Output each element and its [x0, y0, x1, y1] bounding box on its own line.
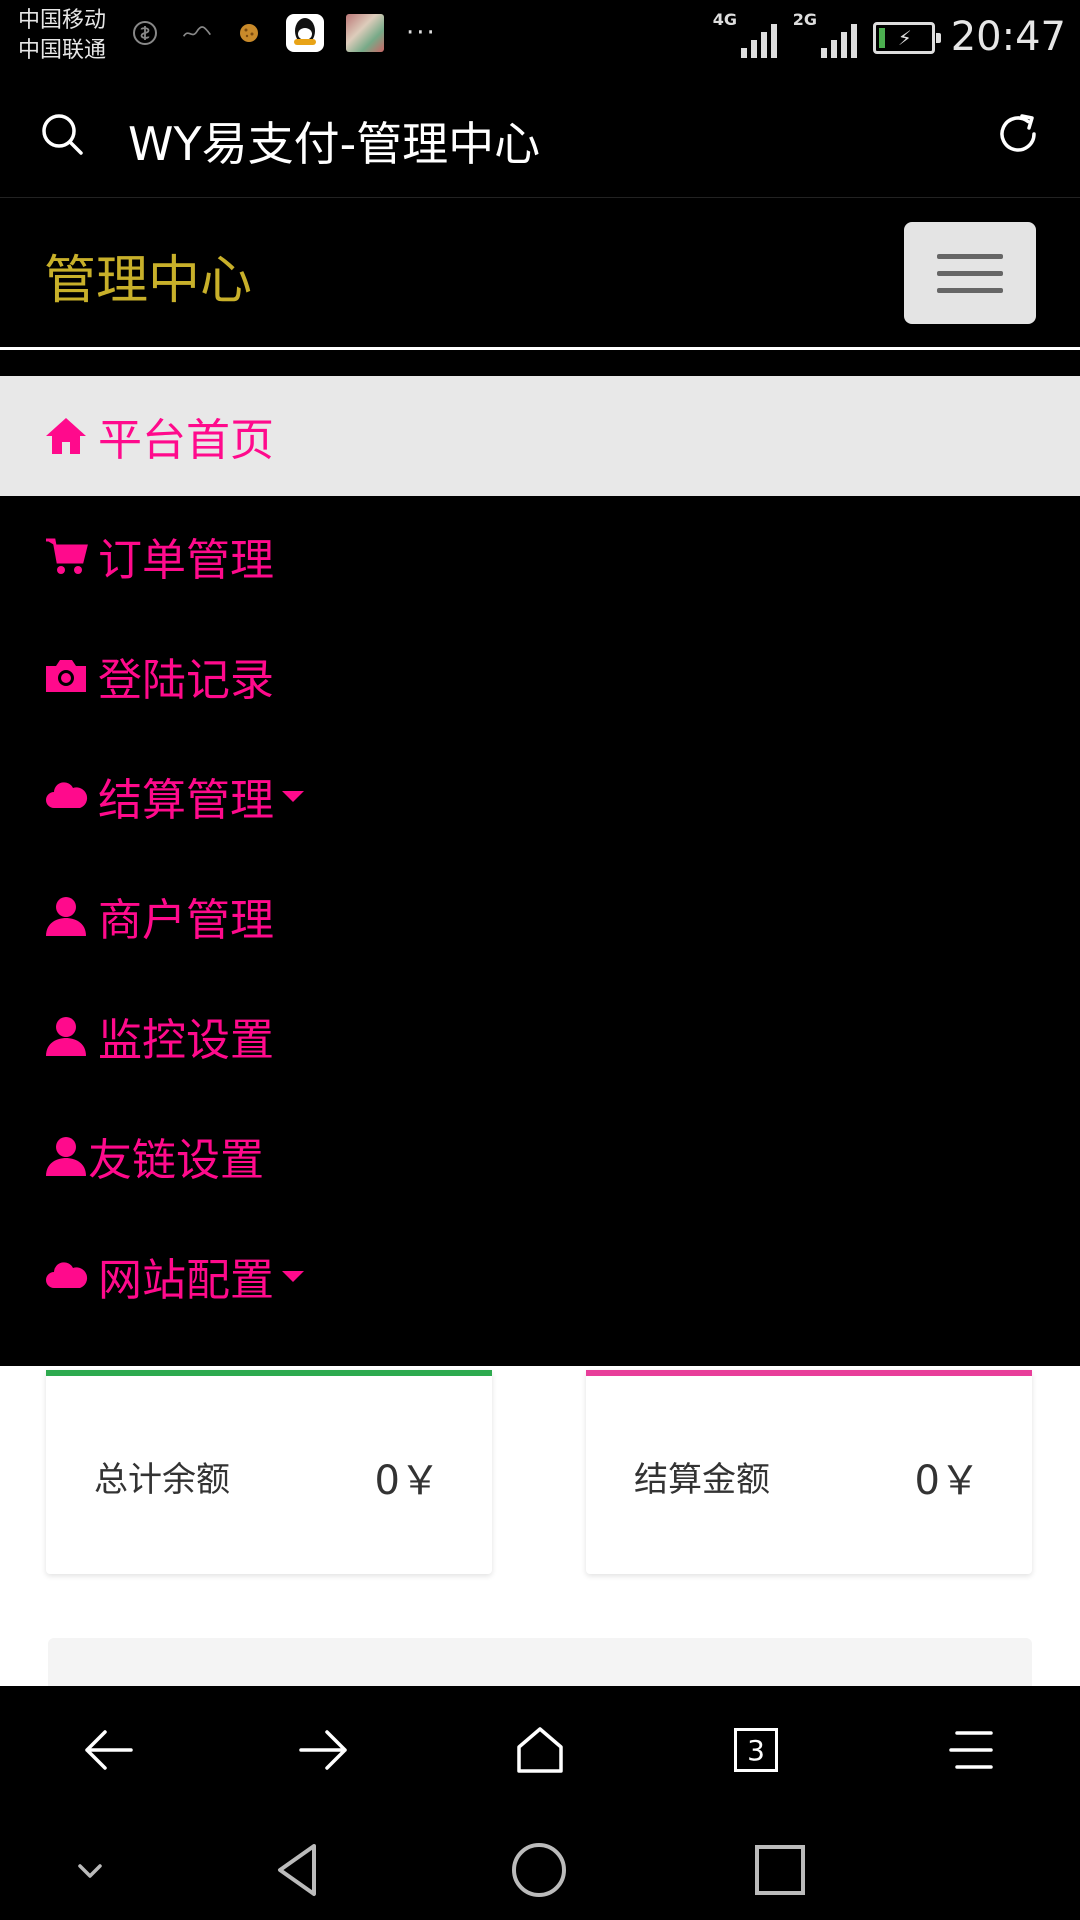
refresh-icon[interactable] — [994, 110, 1042, 158]
nav-item-label: 订单管理 — [98, 535, 274, 586]
squiggle-icon — [182, 18, 212, 48]
chevron-down-icon — [282, 1270, 304, 1282]
back-triangle-icon[interactable] — [270, 1840, 330, 1900]
total-balance-card: 总计余额 0￥ — [46, 1370, 492, 1574]
browser-toolbar: 3 — [0, 1686, 1080, 1814]
clock: 20:47 — [950, 14, 1066, 60]
chevron-down-icon[interactable] — [60, 1840, 120, 1900]
signal-4g-label: 4G — [712, 10, 737, 29]
page-title[interactable]: WY易支付-管理中心 — [128, 108, 540, 174]
nav-item-label: 商户管理 — [98, 895, 274, 946]
signal-bars-icon — [740, 24, 777, 58]
user-icon — [46, 1137, 86, 1176]
tabs-button[interactable]: 3 — [726, 1720, 786, 1780]
card-accent-line — [586, 1370, 1032, 1376]
nav-item-label: 结算管理 — [98, 775, 274, 826]
nav-item-orders[interactable]: 订单管理 — [0, 496, 1080, 616]
home-button[interactable] — [510, 1720, 570, 1780]
carrier-1: 中国移动 — [18, 8, 107, 33]
total-balance-label: 总计余额 — [94, 1460, 230, 1500]
user-icon — [46, 1017, 86, 1056]
cloud-icon — [46, 782, 88, 808]
signal-4g: 4G — [713, 10, 777, 58]
notification-icons: ··· — [130, 14, 437, 52]
carrier-2: 中国联通 — [18, 38, 107, 63]
nav-item-label: 网站配置 — [98, 1255, 274, 1306]
nav-item-login-records[interactable]: 登陆记录 — [0, 616, 1080, 736]
home-icon — [46, 418, 86, 454]
forward-button[interactable] — [294, 1720, 354, 1780]
photo-thumbnail-icon — [346, 14, 384, 52]
nav-item-label: 友链设置 — [88, 1135, 264, 1186]
more-notifications: ··· — [406, 18, 437, 48]
nav-item-label: 平台首页 — [98, 415, 274, 466]
dollar-circle-icon — [130, 18, 160, 48]
chevron-down-icon — [282, 790, 304, 802]
hamburger-icon — [937, 253, 1003, 259]
cloud-icon — [46, 1262, 88, 1288]
nav-item-merchants[interactable]: 商户管理 — [0, 856, 1080, 976]
system-status: 4G 2G ⚡ 20:47 — [713, 8, 1066, 60]
panel-title: 数据分析 — [92, 1674, 252, 1686]
signal-bars-icon — [820, 24, 857, 58]
signal-2g-label: 2G — [792, 10, 817, 29]
nav-item-friend-links[interactable]: 友链设置 — [0, 1096, 1080, 1216]
camera-icon — [46, 660, 86, 692]
nav-item-label: 登陆记录 — [98, 655, 274, 706]
home-circle-icon[interactable] — [509, 1840, 569, 1900]
nav-item-label: 监控设置 — [98, 1015, 274, 1066]
menu-toggle-button[interactable] — [904, 222, 1036, 324]
site-header: 管理中心 — [0, 198, 1080, 350]
brand-title[interactable]: 管理中心 — [44, 238, 252, 313]
cookie-icon — [234, 18, 264, 48]
user-icon — [46, 897, 86, 936]
settlement-amount-value: 0￥ — [914, 1458, 980, 1504]
settlement-amount-card: 结算金额 0￥ — [586, 1370, 1032, 1574]
arrow-right-icon — [299, 1730, 347, 1770]
back-button[interactable] — [78, 1720, 138, 1780]
menu-button[interactable] — [942, 1720, 1002, 1780]
status-bar: 中国移动 中国联通 ··· 4G 2G ⚡ 20:47 — [0, 0, 1080, 72]
cart-icon — [46, 538, 88, 574]
battery-charging-icon: ⚡ — [872, 22, 941, 54]
search-icon[interactable] — [40, 112, 84, 156]
nav-item-monitoring[interactable]: 监控设置 — [0, 976, 1080, 1096]
menu-lines-icon — [949, 1731, 993, 1769]
nav-menu: 平台首页 订单管理 登陆记录 结算管理 商户管理 监控设置 友链设置 网站配置 — [0, 376, 1080, 1366]
total-balance-value: 0￥ — [374, 1458, 440, 1504]
qq-penguin-icon — [286, 14, 324, 52]
card-accent-line — [46, 1370, 492, 1376]
browser-address-bar: WY易支付-管理中心 — [0, 72, 1080, 198]
data-analysis-panel: 数据分析 — [48, 1638, 1032, 1686]
nav-item-settlement[interactable]: 结算管理 — [0, 736, 1080, 856]
main-content: 总计余额 0￥ 结算金额 0￥ 数据分析 — [0, 1366, 1080, 1686]
nav-item-home[interactable]: 平台首页 — [0, 376, 1080, 496]
nav-item-site-config[interactable]: 网站配置 — [0, 1216, 1080, 1336]
arrow-left-icon — [85, 1730, 133, 1770]
tab-count: 3 — [734, 1728, 778, 1772]
system-navigation-bar — [0, 1814, 1080, 1920]
settlement-amount-label: 结算金额 — [634, 1460, 770, 1500]
carrier-info: 中国移动 中国联通 — [18, 6, 106, 66]
recents-square-icon[interactable] — [750, 1840, 810, 1900]
house-outline-icon — [517, 1727, 563, 1773]
signal-2g: 2G — [793, 10, 857, 58]
